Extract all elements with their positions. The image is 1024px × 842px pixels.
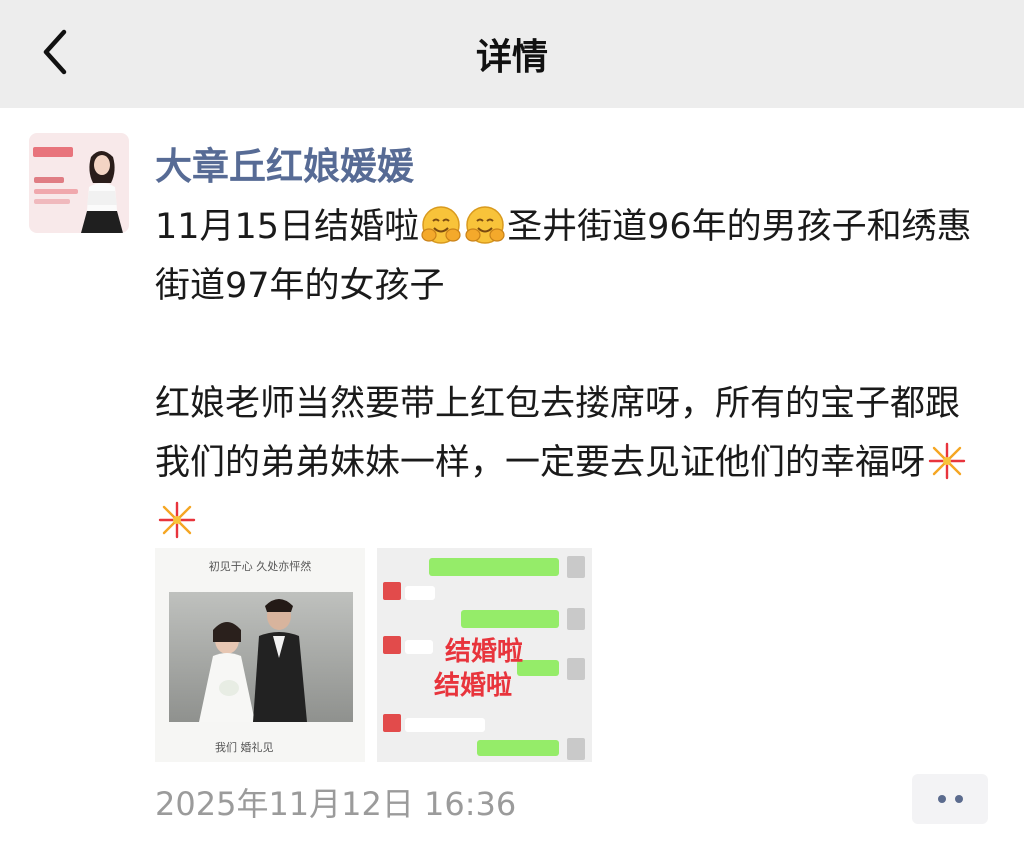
more-options-button[interactable] [912, 774, 988, 824]
handwriting-top: 初见于心 久处亦怦然 [209, 559, 312, 573]
post-paragraph-2: 红娘老师当然要带上红包去搂席呀，所有的宝子都跟我们的弟弟妹妹一样，一定要去见证他… [155, 375, 985, 552]
post-text-part: 11月15日结婚啦 [155, 207, 420, 247]
post-timestamp: 2025年11月12日 16:36 [155, 785, 517, 823]
hugging-face-emoji-icon [465, 206, 505, 244]
post-text-part: 红娘老师当然要带上红包去搂席呀，所有的宝子都跟我们的弟弟妹妹一样，一定要去见证他… [155, 384, 961, 483]
fireworks-emoji-icon [928, 442, 966, 480]
post-image-chat-screenshot[interactable]: 结婚啦 结婚啦 [377, 548, 592, 762]
handwriting-bottom: 我们 婚礼见 [215, 740, 274, 754]
page-title: 详情 [475, 37, 548, 78]
fireworks-emoji-icon [158, 501, 196, 539]
more-dots-icon [954, 795, 963, 803]
hugging-face-emoji-icon [421, 206, 461, 244]
post-image-wedding-photo[interactable]: 初见于心 久处亦怦然 我们 婚礼见 [155, 548, 365, 762]
avatar[interactable] [29, 133, 129, 233]
post-text: 11月15日结婚啦 圣井街道96年的男孩子和绣惠街道97年的女孩子 红娘老师当然… [155, 198, 985, 552]
nav-bar: 详情 [0, 0, 1024, 108]
overlay-text-2: 结婚啦 [434, 670, 512, 701]
more-dots-icon [937, 795, 946, 803]
post-paragraph-1: 11月15日结婚啦 圣井街道96年的男孩子和绣惠街道97年的女孩子 [155, 198, 985, 316]
author-name[interactable]: 大章丘红娘媛媛 [155, 136, 414, 190]
overlay-text-1: 结婚啦 [445, 636, 523, 667]
